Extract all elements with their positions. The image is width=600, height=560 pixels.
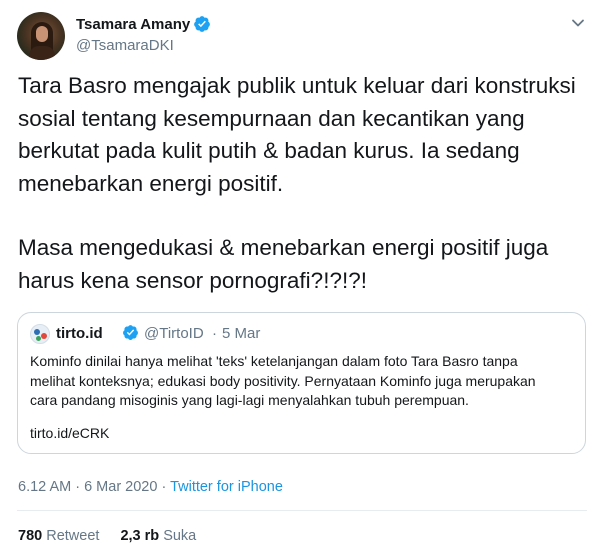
tweet-text-line: harus kena sensor pornografi?!?!?! bbox=[18, 267, 367, 293]
quoted-text-line: Kominfo dinilai hanya melihat 'teks' ket… bbox=[30, 353, 518, 369]
quoted-avatar[interactable] bbox=[30, 324, 50, 344]
tweet-text-line: Tara Basro mengajak publik untuk keluar … bbox=[18, 73, 576, 98]
tweet: Tsamara Amany @TsamaraDKI Tara Basro men… bbox=[0, 0, 600, 560]
source-link[interactable]: Twitter for iPhone bbox=[170, 479, 283, 495]
chevron-down-icon[interactable] bbox=[570, 15, 586, 31]
retweet-stat[interactable]: 780 Retweet bbox=[18, 528, 99, 544]
quoted-text: Kominfo dinilai hanya melihat 'teks' ket… bbox=[30, 352, 578, 411]
quoted-author-name[interactable]: tirto.id bbox=[56, 325, 103, 342]
tweet-text-line: Masa mengedukasi & menebarkan energi pos… bbox=[18, 235, 549, 260]
tweet-text-line: menebarkan energi positif. bbox=[18, 170, 284, 196]
quoted-link[interactable]: tirto.id/eCRK bbox=[30, 425, 109, 441]
retweet-count: 780 bbox=[18, 528, 43, 544]
verified-icon bbox=[194, 16, 210, 32]
timestamp[interactable]: 6.12 AM · 6 Mar 2020 · bbox=[18, 479, 170, 495]
tweet-meta: 6.12 AM · 6 Mar 2020 · Twitter for iPhon… bbox=[18, 479, 283, 495]
retweet-label: Retweet bbox=[46, 528, 100, 544]
tweet-text-line: sosial tentang kesempurnaan dan kecantik… bbox=[18, 105, 525, 131]
quoted-verified-icon bbox=[123, 325, 138, 340]
author-avatar[interactable] bbox=[17, 12, 65, 60]
tweet-text-line: berkutat pada kulit putih & badan kurus.… bbox=[18, 138, 520, 163]
author-name[interactable]: Tsamara Amany bbox=[76, 16, 190, 33]
quoted-text-line: melihat konteksnya; edukasi body positiv… bbox=[30, 372, 536, 389]
like-count: 2,3 rb bbox=[120, 528, 160, 544]
like-stat[interactable]: 2,3 rb Suka bbox=[120, 528, 196, 544]
quoted-author-handle[interactable]: @TirtoID bbox=[144, 325, 204, 342]
tweet-text: Tara Basro mengajak publik untuk keluar … bbox=[18, 70, 588, 297]
divider bbox=[17, 510, 587, 511]
author-handle[interactable]: @TsamaraDKI bbox=[76, 37, 174, 54]
quoted-text-line: cara pandang misoginis yang lagi-lagi me… bbox=[30, 392, 469, 408]
like-label: Suka bbox=[163, 528, 197, 544]
tweet-stats: 780 Retweet 2,3 rb Suka bbox=[18, 528, 213, 544]
quoted-date[interactable]: 5 Mar bbox=[222, 325, 260, 342]
quoted-tweet[interactable]: tirto.id @TirtoID · 5 Mar Kominfo dinila… bbox=[17, 312, 586, 454]
quoted-separator: · bbox=[212, 325, 217, 342]
